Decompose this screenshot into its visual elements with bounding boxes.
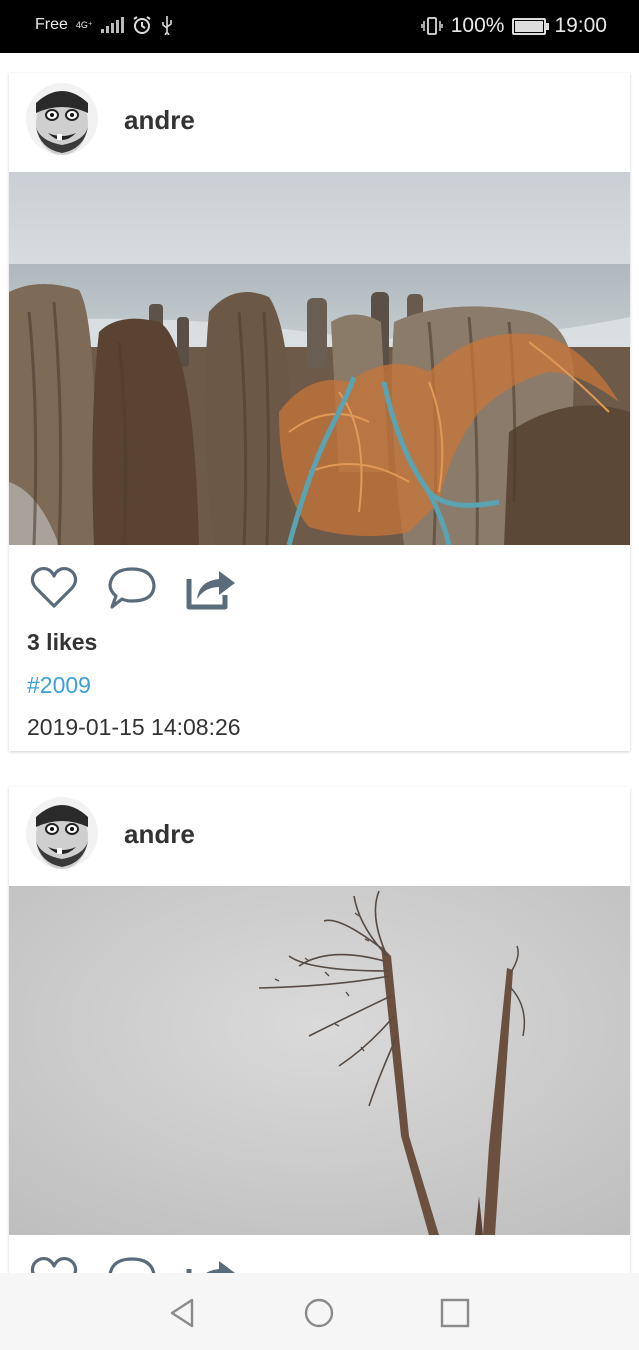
navigation-bar [0,1273,639,1350]
share-icon[interactable] [185,563,235,613]
post-header: andre [9,73,630,172]
battery-percent: 100% [450,14,505,37]
hashtag-link[interactable]: #2009 [27,672,91,699]
status-right: 100% 19:00 [420,14,607,38]
back-icon[interactable] [166,1296,200,1330]
status-bar: Free 4G⁺ 100% 19:00 [0,0,639,53]
avatar[interactable] [26,83,98,155]
battery-icon [512,17,550,35]
post-actions [9,563,630,623]
recents-icon[interactable] [438,1296,472,1330]
share-icon[interactable] [185,1253,235,1273]
comment-icon[interactable] [107,563,157,613]
heart-icon[interactable] [29,563,79,613]
username[interactable]: andre [124,105,195,136]
feed[interactable]: andre 3 likes #2009 2019-01-15 14:08:26 … [0,53,639,1273]
carrier-label: Free [35,16,68,33]
vibrate-icon [420,17,443,35]
photo-image [9,172,630,545]
face-icon [26,797,98,869]
clock: 19:00 [554,14,607,37]
network-label: 4G⁺ [75,19,93,30]
post-timestamp: 2019-01-15 14:08:26 [27,714,241,740]
post-photo[interactable] [9,886,630,1235]
post-card: andre [9,73,630,751]
likes-count[interactable]: 3 likes [27,629,97,656]
usb-icon [161,16,172,35]
post-header: andre [9,787,630,886]
signal-icon [100,17,124,33]
username[interactable]: andre [124,819,195,850]
alarm-icon [133,16,151,34]
home-icon[interactable] [302,1296,336,1330]
comment-icon[interactable] [107,1253,157,1273]
face-icon [26,83,98,155]
post-actions [9,1253,630,1273]
post-photo[interactable] [9,172,630,545]
status-left: Free 4G⁺ [35,15,174,35]
post-card: andre [9,787,630,1273]
photo-image [9,886,630,1235]
avatar[interactable] [26,797,98,869]
heart-icon[interactable] [29,1253,79,1273]
